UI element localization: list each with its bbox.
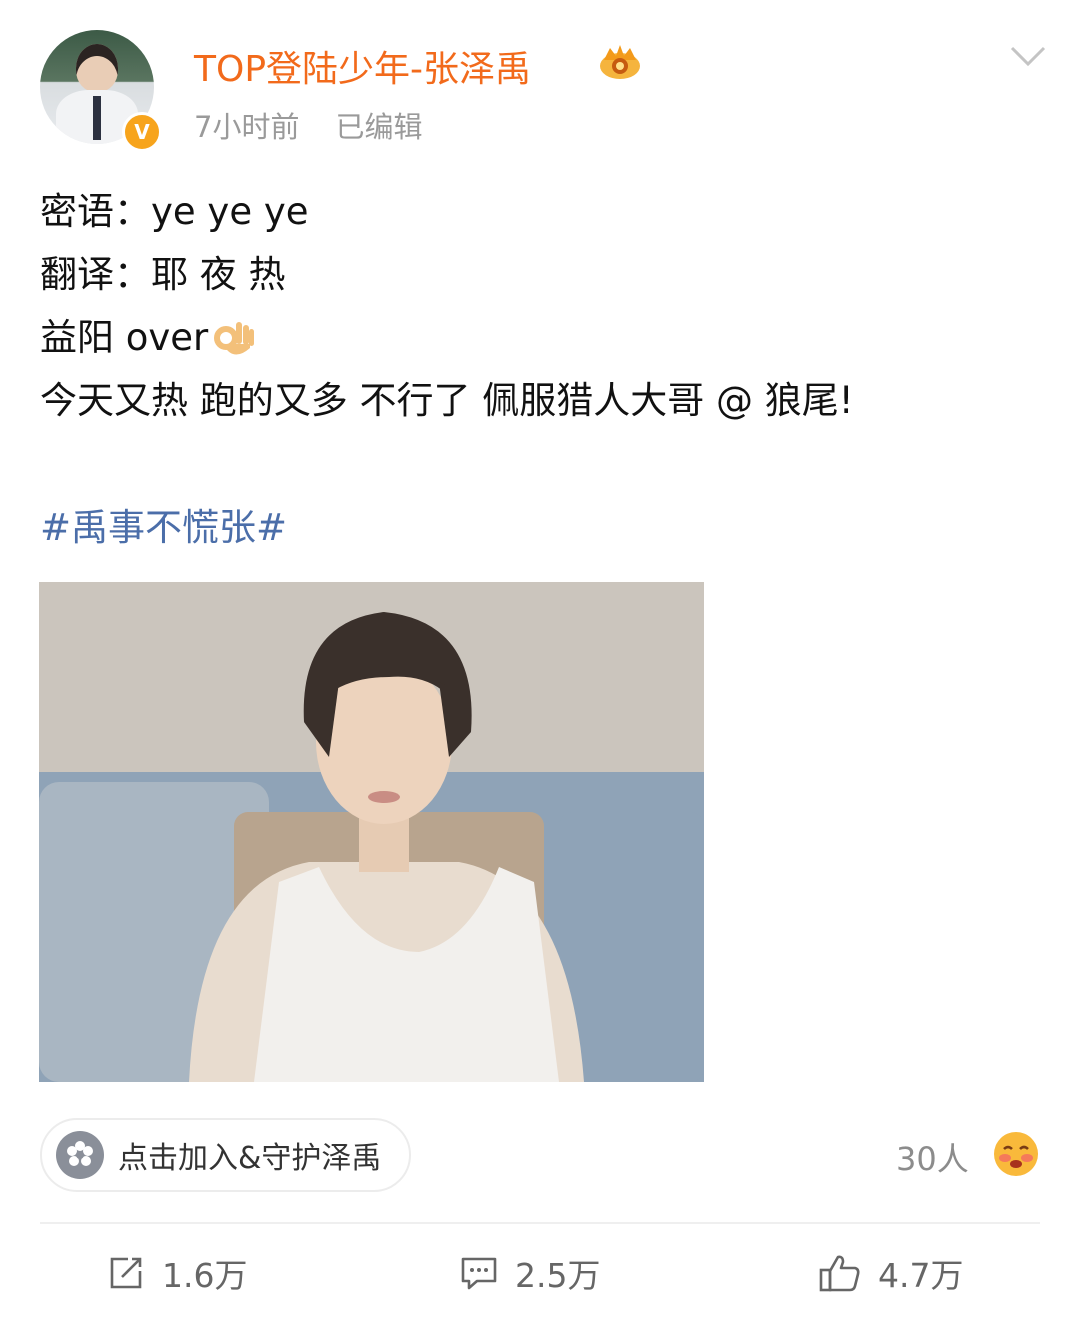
post-text: 密语：ye ye ye 翻译：耶 夜 热 益阳 over 今天又热 跑的又多 不…: [40, 180, 854, 432]
comment-button[interactable]: 2.5万: [459, 1248, 600, 1298]
verified-badge-icon: V: [122, 112, 162, 152]
join-fan-group-label: 点击加入&守护泽禹: [118, 1141, 382, 1176]
thumbs-up-icon: [819, 1255, 860, 1292]
post-line: 今天又热 跑的又多 不行了 佩服猎人大哥 @ 狼尾!: [40, 379, 854, 422]
chevron-down-icon[interactable]: [1008, 42, 1048, 70]
post-line: 益阳 over: [40, 306, 854, 369]
divider: [40, 1222, 1040, 1224]
reaction-count: 30人: [896, 1140, 969, 1178]
post-photo: [39, 582, 704, 1082]
post-line: 翻译：耶 夜 热: [40, 253, 286, 296]
like-count: 4.7万: [878, 1256, 964, 1295]
post-time: 7小时前: [194, 110, 300, 144]
join-fan-group-button[interactable]: 点击加入&守护泽禹: [40, 1118, 412, 1192]
repost-count: 1.6万: [162, 1256, 248, 1295]
hashtag-link[interactable]: #禹事不慌张#: [40, 497, 287, 551]
comment-icon: [461, 1257, 497, 1290]
repost-icon: [110, 1257, 142, 1289]
post-image[interactable]: [39, 582, 704, 1082]
edited-label[interactable]: 已编辑: [335, 110, 422, 144]
post-meta: 7小时前 已编辑: [194, 104, 422, 146]
crown-badge-icon: [600, 45, 640, 79]
username[interactable]: TOP登陆少年-张泽禹: [194, 40, 531, 92]
avatar[interactable]: V: [40, 30, 162, 152]
flower-icon: [56, 1131, 104, 1179]
repost-button[interactable]: 1.6万: [106, 1248, 247, 1298]
comment-count: 2.5万: [515, 1256, 601, 1295]
post-line-text: 益阳 over: [40, 316, 209, 359]
like-button[interactable]: 4.7万: [818, 1248, 963, 1298]
blushing-emoji-icon[interactable]: [992, 1130, 1040, 1178]
ok-hand-emoji-icon: [214, 321, 255, 355]
post-line: 密语：ye ye ye: [40, 190, 309, 233]
